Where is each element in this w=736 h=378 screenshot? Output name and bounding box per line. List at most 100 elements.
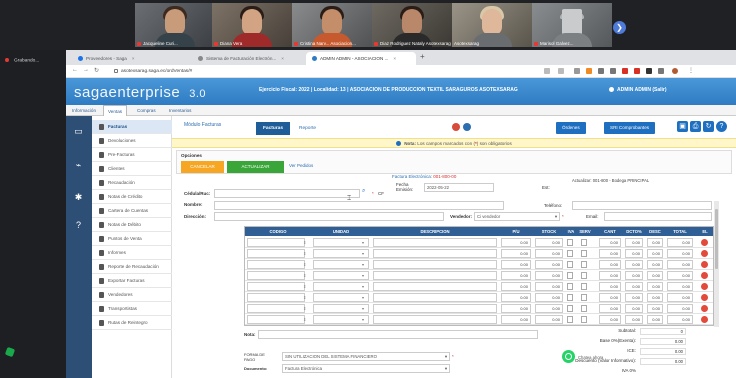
serv-checkbox[interactable] [581, 294, 587, 301]
unidad-select[interactable] [313, 293, 369, 302]
cedula-input[interactable] [214, 189, 360, 198]
sidebar-item-vendedores[interactable]: Vendedores [92, 288, 172, 302]
nota-input[interactable] [258, 330, 538, 339]
iva-checkbox[interactable] [567, 250, 573, 257]
extension-icon[interactable] [610, 68, 616, 74]
menu-inventarios[interactable]: Inventarios [165, 105, 195, 116]
dcto-input[interactable]: 0.00 [625, 282, 643, 291]
menu-compras[interactable]: Compras [133, 105, 160, 116]
chart-icon[interactable]: ⌁ [73, 160, 84, 171]
sidebar-item-devoluciones[interactable]: Devoluciones [92, 134, 172, 148]
print-icon[interactable]: ⎙ [690, 121, 701, 132]
users-blue-icon[interactable] [463, 123, 471, 131]
stepper-icon[interactable]: ⇕ [303, 295, 306, 300]
users-red-icon[interactable] [452, 123, 460, 131]
help-icon[interactable]: ? [73, 220, 84, 231]
codigo-input[interactable] [247, 238, 305, 247]
camera-icon[interactable]: ▣ [677, 121, 688, 132]
help-icon[interactable]: ? [716, 121, 727, 132]
cant-input[interactable]: 0.00 [599, 315, 621, 324]
sidebar-item-notas-credito[interactable]: Notas de Crédito [92, 190, 172, 204]
sidebar-item-transportistas[interactable]: Transportistas [92, 302, 172, 316]
extension-icon[interactable] [574, 68, 580, 74]
share-icon[interactable] [544, 68, 550, 74]
dcto-input[interactable]: 0.00 [625, 293, 643, 302]
delete-row-icon[interactable] [701, 261, 708, 268]
pen-tool-icon[interactable] [4, 346, 16, 358]
delete-row-icon[interactable] [701, 283, 708, 290]
browser-tab[interactable]: Sistema de Facturación Electrón... × [192, 52, 304, 65]
descripcion-input[interactable] [373, 271, 497, 280]
close-tab-icon[interactable]: × [281, 56, 284, 61]
serv-checkbox[interactable] [581, 239, 587, 246]
descripcion-input[interactable] [373, 260, 497, 269]
participant-tile[interactable]: Diana Vera [212, 3, 292, 47]
menu-ventas[interactable]: Ventas [103, 105, 128, 116]
sidebar-item-facturas[interactable]: Facturas [92, 120, 172, 134]
inbox-icon[interactable]: ▭ [73, 126, 84, 137]
participant-tile[interactable]: Asotexsarag [452, 3, 532, 47]
descripcion-input[interactable] [373, 315, 497, 324]
participant-tile[interactable]: Marisol Galvez... [532, 3, 612, 47]
codigo-input[interactable] [247, 315, 305, 324]
extension-icon[interactable] [646, 68, 652, 74]
extension-icon[interactable] [622, 68, 628, 74]
actualizar-button[interactable]: ACTUALIZAR [227, 161, 284, 173]
pu-input[interactable]: 0.00 [501, 282, 531, 291]
email-input[interactable] [604, 212, 712, 221]
search-icon[interactable]: ⌕ [362, 188, 365, 195]
delete-row-icon[interactable] [701, 316, 708, 323]
delete-row-icon[interactable] [701, 305, 708, 312]
bookmark-star-icon[interactable] [558, 68, 564, 74]
cant-input[interactable]: 0.00 [599, 271, 621, 280]
unidad-select[interactable] [313, 249, 369, 258]
codigo-input[interactable] [247, 271, 305, 280]
profile-avatar-icon[interactable] [672, 68, 678, 74]
forma-pago-select[interactable]: SIN UTILIZACION DEL SISTEMA FINANCIERO ▾ [282, 352, 450, 361]
whatsapp-label[interactable]: Chatea ahora [578, 355, 603, 360]
iva-checkbox[interactable] [567, 305, 573, 312]
dcto-input[interactable]: 0.00 [625, 271, 643, 280]
serv-checkbox[interactable] [581, 272, 587, 279]
dcto-input[interactable]: 0.00 [625, 304, 643, 313]
gear-icon[interactable]: ✱ [73, 192, 84, 203]
close-tab-icon[interactable]: × [393, 56, 396, 61]
tab-facturas[interactable]: Facturas [256, 122, 290, 135]
dcto-input[interactable]: 0.00 [625, 260, 643, 269]
sidebar-item-rutas[interactable]: Rutas de Reintegro [92, 316, 172, 330]
stepper-icon[interactable]: ⇕ [303, 262, 306, 267]
sidebar-item-puntos-venta[interactable]: Puntos de Venta [92, 232, 172, 246]
serv-checkbox[interactable] [581, 283, 587, 290]
fecha-emision-input[interactable]: 2022-05-22 [424, 183, 494, 192]
dcto-input[interactable]: 0.00 [625, 315, 643, 324]
stepper-icon[interactable]: ⇕ [303, 273, 306, 278]
serv-checkbox[interactable] [581, 261, 587, 268]
cant-input[interactable]: 0.00 [599, 238, 621, 247]
unidad-select[interactable] [313, 282, 369, 291]
reload-icon[interactable]: ↻ [94, 67, 99, 74]
serv-checkbox[interactable] [581, 305, 587, 312]
ordenes-button[interactable]: Órdenes [556, 122, 586, 134]
cant-input[interactable]: 0.00 [599, 260, 621, 269]
descripcion-input[interactable] [373, 238, 497, 247]
extension-icon[interactable] [598, 68, 604, 74]
dcto-input[interactable]: 0.00 [625, 238, 643, 247]
delete-row-icon[interactable] [701, 294, 708, 301]
dcto-input[interactable]: 0.00 [625, 249, 643, 258]
codigo-input[interactable] [247, 293, 305, 302]
iva-checkbox[interactable] [567, 294, 573, 301]
call-more-icon[interactable]: ❯ [613, 21, 626, 34]
back-icon[interactable]: ← [72, 67, 78, 73]
browser-tab[interactable]: Proveedores - Saga × [72, 52, 190, 65]
extension-icon[interactable] [658, 68, 664, 74]
nombre-input[interactable] [214, 201, 504, 210]
refresh-icon[interactable]: ↻ [703, 121, 714, 132]
iva-checkbox[interactable] [567, 283, 573, 290]
codigo-input[interactable] [247, 282, 305, 291]
pu-input[interactable]: 0.00 [501, 238, 531, 247]
sidebar-item-notas-debito[interactable]: Notas de Débito [92, 218, 172, 232]
unidad-select[interactable] [313, 238, 369, 247]
unidad-select[interactable] [313, 271, 369, 280]
extension-icon[interactable] [634, 68, 640, 74]
browser-tab-active[interactable]: ADMIN ADMIN - ASOCIACION ... × [306, 52, 416, 65]
